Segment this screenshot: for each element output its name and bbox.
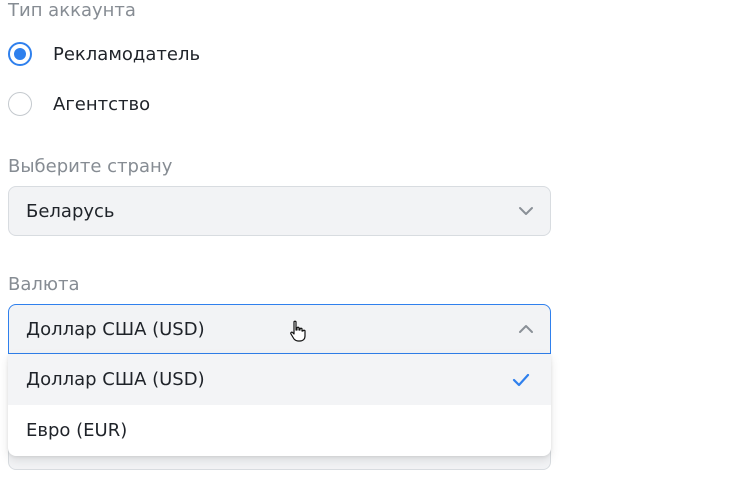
radio-unchecked-icon[interactable]: [8, 92, 32, 116]
radio-agency[interactable]: Агентство: [8, 90, 150, 118]
chevron-up-icon: [519, 325, 533, 333]
currency-select[interactable]: Доллар США (USD): [8, 304, 551, 354]
radio-advertiser-label: Рекламодатель: [53, 43, 201, 65]
radio-agency-label: Агентство: [53, 93, 151, 115]
hand-cursor-icon: [290, 320, 306, 342]
currency-select-value: Доллар США (USD): [26, 318, 205, 340]
radio-checked-icon[interactable]: [8, 42, 32, 66]
currency-option-usd-label: Доллар США (USD): [26, 369, 205, 390]
currency-dropdown: Доллар США (USD) Евро (EUR): [8, 354, 551, 456]
country-label: Выберите страну: [8, 156, 173, 177]
currency-option-eur[interactable]: Евро (EUR): [8, 405, 551, 456]
chevron-down-icon: [519, 207, 533, 215]
currency-label: Валюта: [8, 274, 80, 295]
account-type-label: Тип аккаунта: [8, 0, 136, 21]
radio-advertiser[interactable]: Рекламодатель: [8, 40, 200, 68]
check-icon: [512, 373, 530, 386]
currency-option-usd[interactable]: Доллар США (USD): [8, 354, 551, 405]
country-select[interactable]: Беларусь: [8, 186, 551, 236]
currency-option-eur-label: Евро (EUR): [26, 420, 128, 441]
country-select-value: Беларусь: [26, 200, 115, 222]
